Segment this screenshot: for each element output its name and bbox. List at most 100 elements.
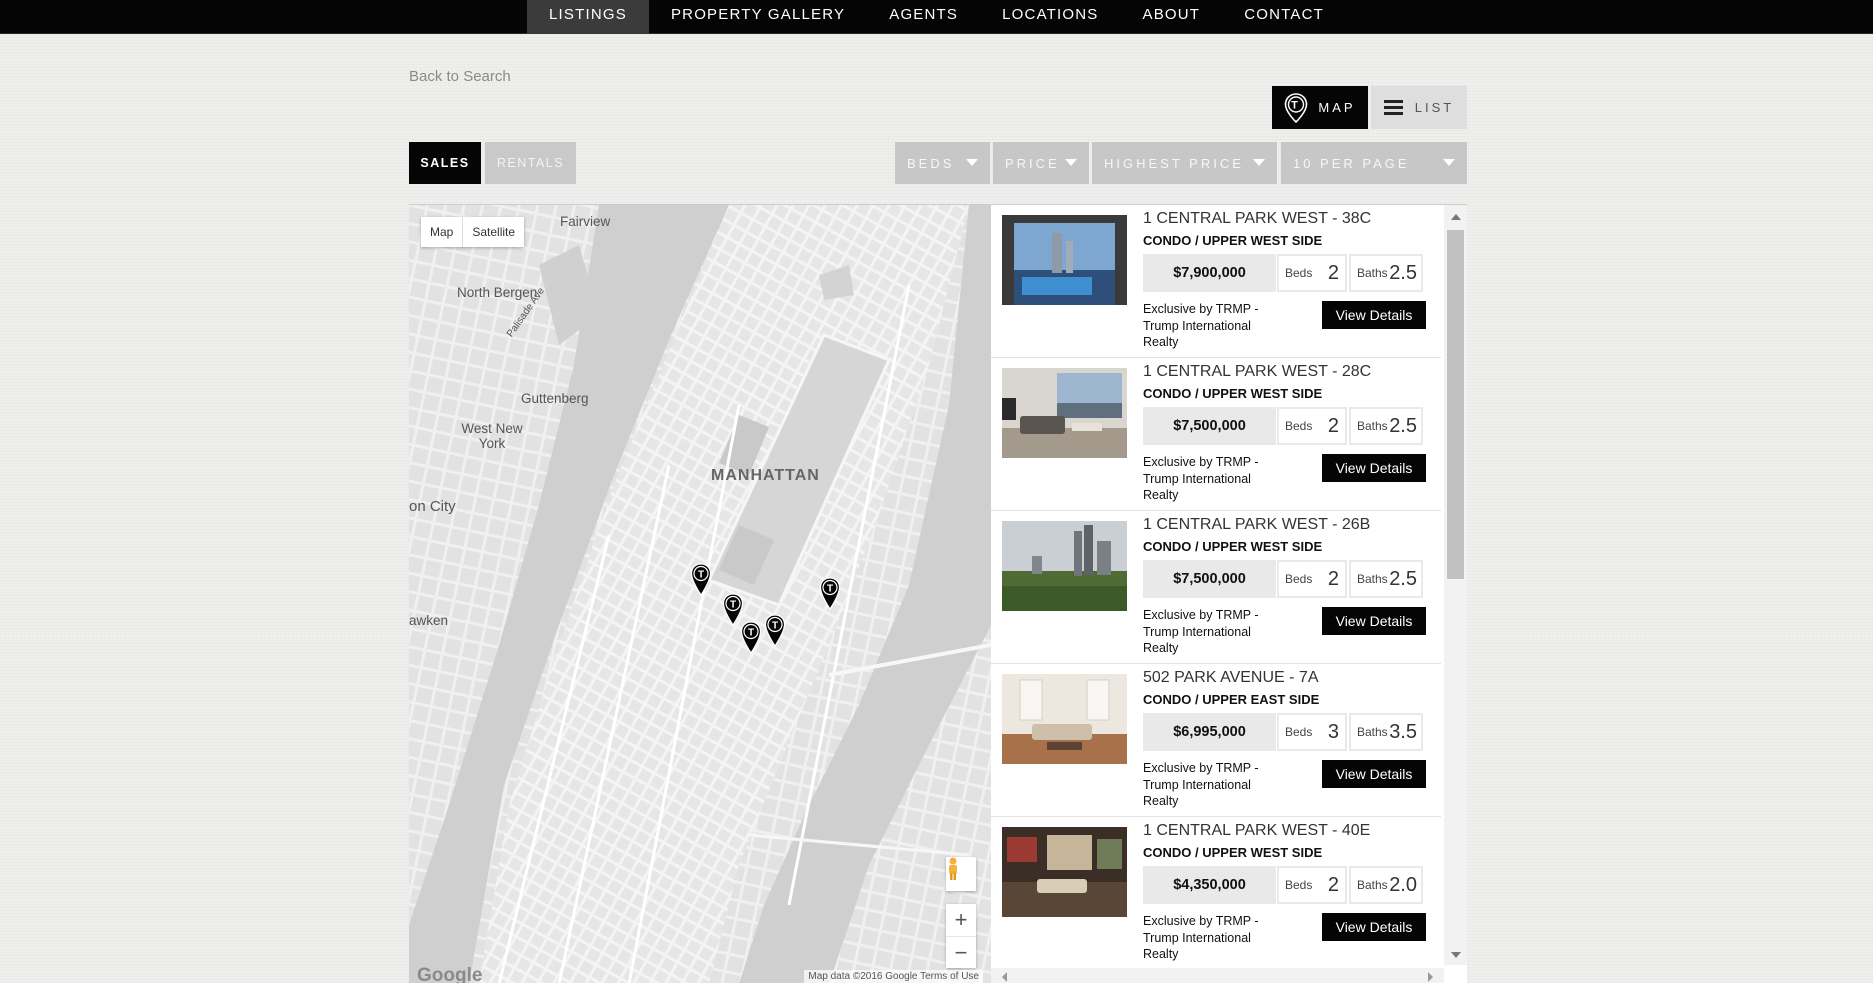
beds-count: 2 [1327,873,1339,896]
listing-map-marker[interactable]: T [690,563,712,597]
baths-count: 2.0 [1389,873,1417,896]
listing-baths: Baths 3.5 [1349,713,1423,751]
chevron-down-icon [1443,159,1455,166]
tab-rentals[interactable]: RENTALS [485,142,576,184]
listing-map-marker[interactable]: T [740,621,762,655]
map-label-weehawken: awken [409,613,449,628]
view-details-button[interactable]: View Details [1322,913,1426,941]
price-filter-label: PRICE [1005,155,1060,171]
listing-baths: Baths 2.5 [1349,254,1423,292]
zoom-out-button[interactable]: − [946,936,976,968]
per-page-label: 10 PER PAGE [1293,155,1410,171]
map-view-button[interactable]: T MAP [1272,86,1368,129]
scroll-up-arrow-icon[interactable] [1451,214,1461,220]
nav-item-property-gallery[interactable]: PROPERTY GALLERY [649,0,867,34]
listing-map-marker[interactable]: T [819,577,841,611]
listing-card: 1 CENTRAL PARK WEST - 26B CONDO / UPPER … [991,511,1441,664]
map-type-map-button[interactable]: Map [421,217,462,247]
beds-label: Beds [1285,266,1313,280]
list-view-button[interactable]: LIST [1371,86,1467,129]
baths-count: 2.5 [1389,567,1417,590]
svg-text:T: T [1292,99,1302,111]
listing-card: 1 CENTRAL PARK WEST - 40E CONDO / UPPER … [991,817,1441,970]
tab-sales[interactable]: SALES [409,142,481,184]
nav-item-agents[interactable]: AGENTS [867,0,980,34]
listing-horizontal-scrollbar[interactable] [991,968,1444,983]
listing-results-panel[interactable]: 1 CENTRAL PARK WEST - 38C CONDO / UPPER … [991,204,1467,983]
sort-label: HIGHEST PRICE [1104,155,1244,171]
list-view-label: LIST [1414,100,1455,115]
map-label-manhattan: MANHATTAN [711,467,820,484]
beds-count: 3 [1327,720,1339,743]
listing-card: 1 CENTRAL PARK WEST - 38C CONDO / UPPER … [991,205,1441,358]
back-to-search-link[interactable]: Back to Search [409,68,511,85]
listing-type-area: CONDO / UPPER WEST SIDE [1143,386,1323,401]
baths-label: Baths [1357,266,1388,280]
svg-text:T: T [730,600,736,611]
baths-count: 3.5 [1389,720,1417,743]
nav-item-contact[interactable]: CONTACT [1222,0,1346,34]
map-pin-icon: T [1284,92,1308,123]
listing-beds: Beds 2 [1277,560,1347,598]
listing-photo[interactable] [1002,827,1127,917]
listing-title[interactable]: 1 CENTRAL PARK WEST - 38C [1143,210,1371,228]
map-canvas[interactable]: Map Satellite Fairview North Bergen Pali… [409,204,991,983]
zoom-in-button[interactable]: + [946,904,976,936]
scrollbar-thumb[interactable] [1447,230,1464,579]
scroll-left-arrow-icon[interactable] [1002,972,1007,982]
svg-text:T: T [772,621,778,632]
top-navigation: LISTINGS PROPERTY GALLERY AGENTS LOCATIO… [0,0,1873,34]
beds-filter-dropdown[interactable]: BEDS [895,142,990,184]
price-filter-dropdown[interactable]: PRICE [993,142,1089,184]
nav-item-listings[interactable]: LISTINGS [527,0,649,34]
listing-title[interactable]: 502 PARK AVENUE - 7A [1143,669,1318,687]
baths-label: Baths [1357,878,1388,892]
chevron-down-icon [966,159,978,166]
listing-price: $4,350,000 [1143,866,1276,904]
nav-item-about[interactable]: ABOUT [1121,0,1223,34]
map-label-west-new-york: West New York [461,421,523,451]
per-page-dropdown[interactable]: 10 PER PAGE [1281,142,1467,184]
map-type-satellite-button[interactable]: Satellite [462,217,524,247]
listing-photo[interactable] [1002,674,1127,764]
chevron-down-icon [1065,159,1077,166]
scroll-right-arrow-icon[interactable] [1428,972,1433,982]
svg-text:T: T [748,628,754,639]
listing-price: $7,900,000 [1143,254,1276,292]
map-attribution[interactable]: Map data ©2016 Google Terms of Use [804,970,983,983]
listing-baths: Baths 2.5 [1349,560,1423,598]
nav-item-locations[interactable]: LOCATIONS [980,0,1120,34]
listing-photo[interactable] [1002,368,1127,458]
map-type-control: Map Satellite [421,217,525,247]
listing-agent: Exclusive by TRMP - Trump International … [1143,455,1259,502]
listing-photo[interactable] [1002,521,1127,611]
beds-count: 2 [1327,414,1339,437]
listing-map-marker[interactable]: T [764,614,786,648]
listing-photo[interactable] [1002,215,1127,305]
listing-vertical-scrollbar[interactable] [1444,205,1467,965]
zoom-control: + − [946,904,976,968]
beds-count: 2 [1327,261,1339,284]
listing-agent: Exclusive by TRMP - Trump International … [1143,302,1259,349]
street-view-pegman-icon[interactable] [946,857,976,891]
beds-label: Beds [1285,878,1313,892]
listing-beds: Beds 2 [1277,407,1347,445]
listing-card: 502 PARK AVENUE - 7A CONDO / UPPER EAST … [991,664,1441,817]
scroll-down-arrow-icon[interactable] [1451,952,1461,958]
view-details-button[interactable]: View Details [1322,607,1426,635]
view-details-button[interactable]: View Details [1322,301,1426,329]
beds-filter-label: BEDS [907,155,955,171]
listing-beds: Beds 2 [1277,254,1347,292]
listing-title[interactable]: 1 CENTRAL PARK WEST - 26B [1143,516,1370,534]
listing-beds: Beds 2 [1277,866,1347,904]
listing-type-area: CONDO / UPPER WEST SIDE [1143,233,1323,248]
listing-price: $7,500,000 [1143,407,1276,445]
view-details-button[interactable]: View Details [1322,454,1426,482]
listing-title[interactable]: 1 CENTRAL PARK WEST - 40E [1143,822,1370,840]
listing-title[interactable]: 1 CENTRAL PARK WEST - 28C [1143,363,1371,381]
map-label-fairview: Fairview [560,214,611,229]
sort-dropdown[interactable]: HIGHEST PRICE [1092,142,1277,184]
view-details-button[interactable]: View Details [1322,760,1426,788]
listing-beds: Beds 3 [1277,713,1347,751]
listing-agent: Exclusive by TRMP - Trump International … [1143,914,1259,961]
